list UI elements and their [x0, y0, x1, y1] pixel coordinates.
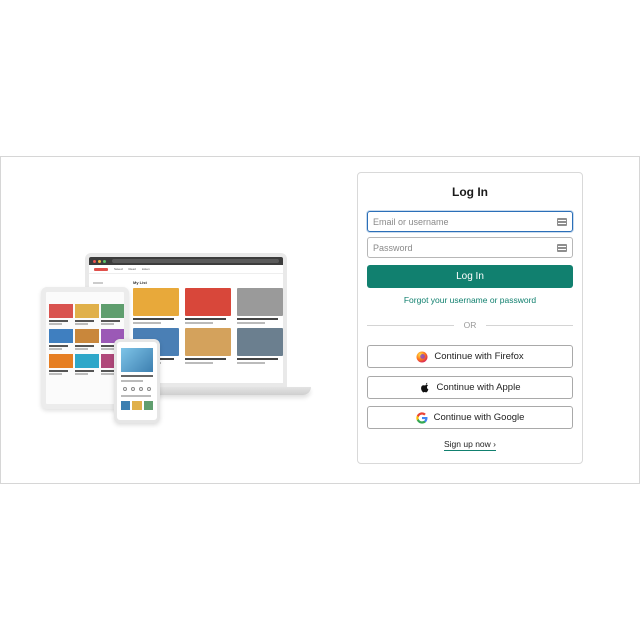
tablet-article-card	[49, 354, 73, 375]
firefox-icon	[416, 351, 428, 363]
devices-illustration: Saved Read Listen My List	[41, 253, 321, 523]
tablet-article-card	[49, 304, 73, 325]
apple-button-label: Continue with Apple	[436, 382, 521, 393]
browser-bar	[89, 257, 283, 265]
divider-line	[486, 324, 573, 326]
or-divider: OR	[367, 319, 573, 331]
app-tab: Saved	[114, 267, 123, 271]
continue-with-firefox-button[interactable]: Continue with Firefox	[367, 345, 573, 368]
app-tab: Read	[128, 267, 136, 271]
phone-thumbnail	[121, 401, 131, 410]
tablet-article-card	[75, 304, 99, 325]
article-card	[237, 288, 283, 324]
login-button[interactable]: Log In	[367, 265, 573, 288]
login-title: Log In	[452, 185, 488, 199]
phone-thumbnails	[121, 401, 153, 410]
article-card	[185, 328, 231, 364]
article-card	[237, 328, 283, 364]
phone-thumbnail	[132, 401, 142, 410]
continue-with-google-button[interactable]: Continue with Google	[367, 406, 573, 429]
tablet-article-card	[49, 329, 73, 350]
signup-label: Sign up now ›	[444, 439, 496, 451]
signup-link[interactable]: Sign up now ›	[358, 439, 582, 451]
apple-icon	[420, 382, 431, 394]
tablet-article-card	[75, 329, 99, 350]
continue-with-apple-button[interactable]: Continue with Apple	[367, 376, 573, 399]
password-input[interactable]	[367, 237, 573, 258]
article-card	[133, 288, 179, 324]
app-tab: Listen	[141, 267, 150, 271]
app-heading: My List	[133, 280, 147, 285]
tablet-article-card	[101, 304, 124, 325]
google-icon	[415, 411, 428, 424]
login-card: Log In Log In Forgot your username or pa…	[357, 172, 583, 464]
forgot-password-link[interactable]: Forgot your username or password	[358, 295, 582, 305]
phone-illustration	[114, 339, 160, 423]
email-input[interactable]	[367, 211, 573, 232]
firefox-button-label: Continue with Firefox	[434, 351, 524, 362]
phone-thumbnail	[143, 401, 153, 410]
or-label: OR	[463, 320, 477, 330]
phone-cover-image	[121, 348, 153, 372]
tablet-article-card	[75, 354, 99, 375]
article-card	[185, 288, 231, 324]
phone-audio-controls	[123, 386, 151, 392]
app-header: Saved Read Listen	[89, 265, 283, 274]
divider-line	[367, 324, 454, 326]
google-button-label: Continue with Google	[433, 412, 525, 423]
